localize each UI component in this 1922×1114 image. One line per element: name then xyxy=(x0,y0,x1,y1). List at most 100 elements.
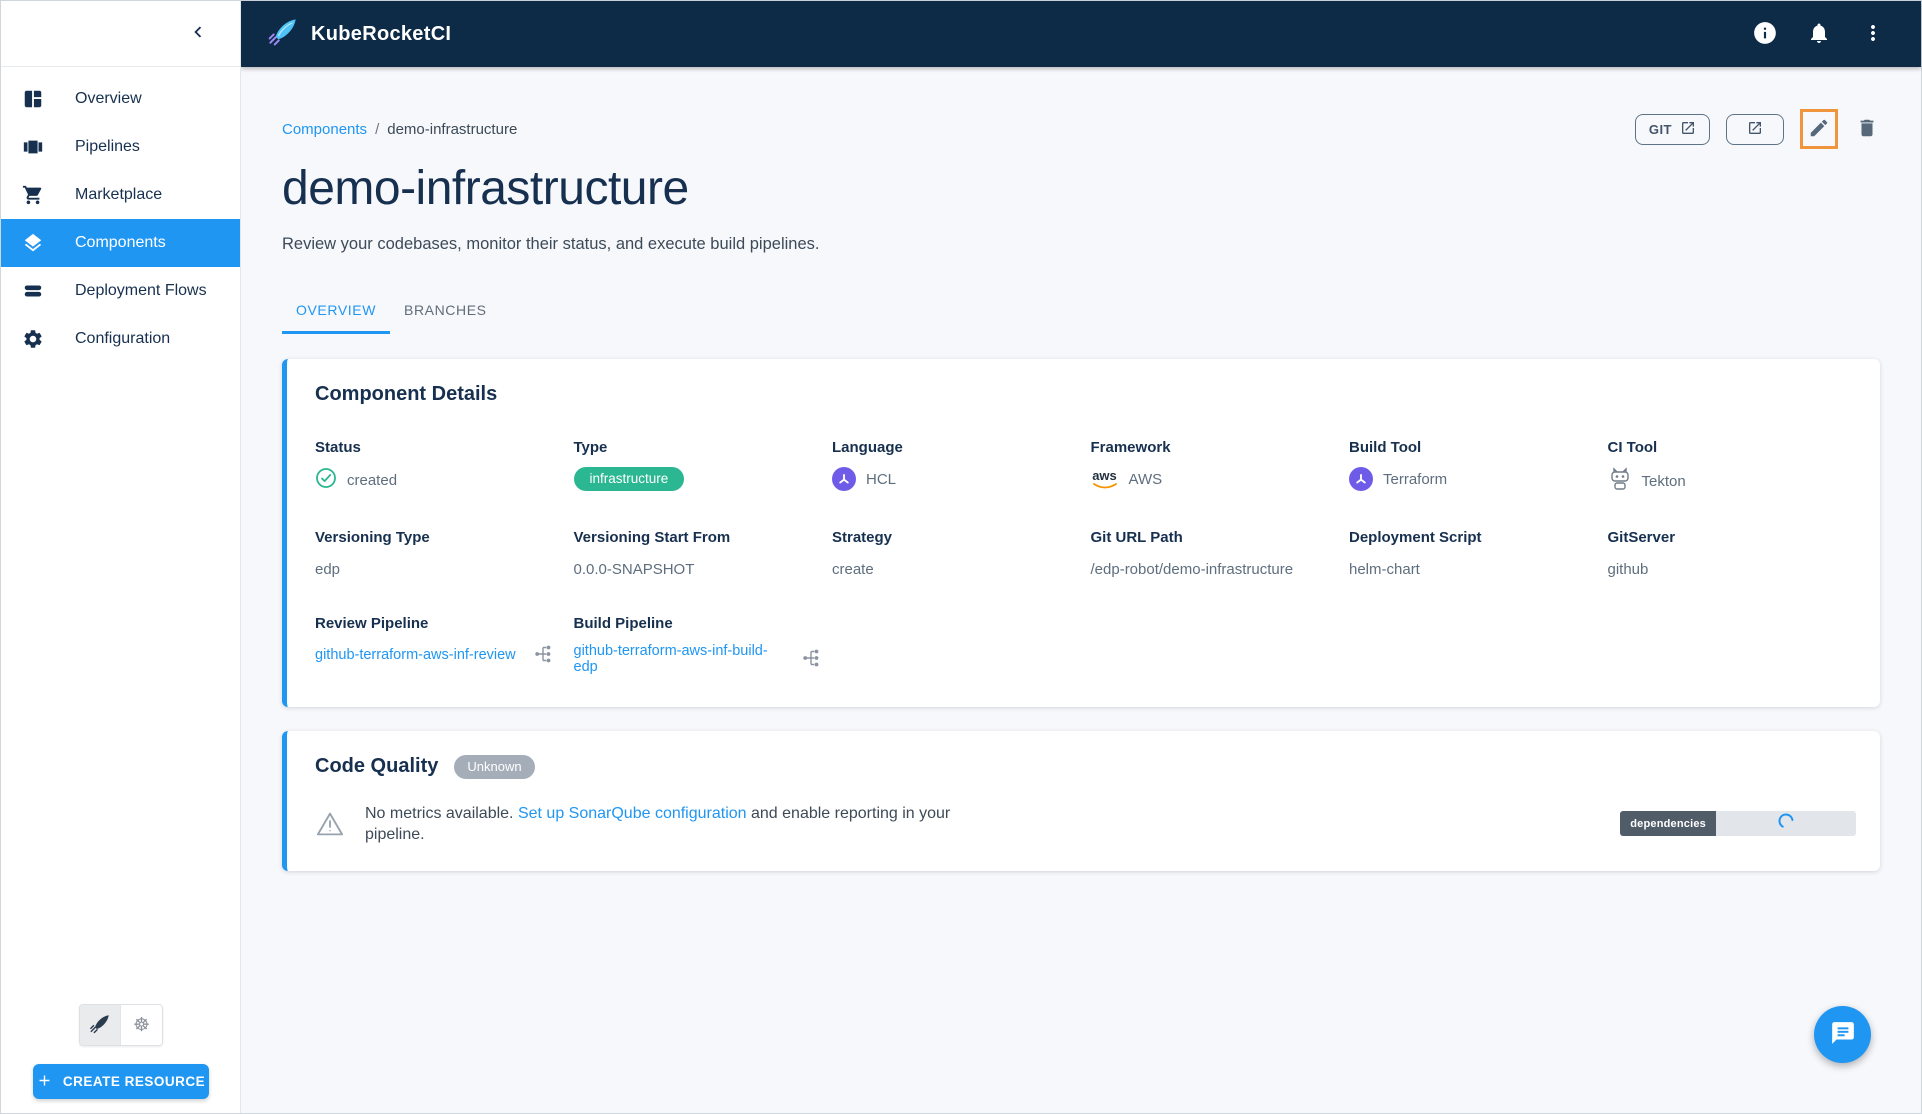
sonarqube-config-link[interactable]: Set up SonarQube configuration xyxy=(518,805,747,822)
delete-button[interactable] xyxy=(1854,115,1880,144)
sidebar: Overview Pipelines Marketplace Component… xyxy=(1,1,241,1113)
notifications-button[interactable] xyxy=(1803,18,1835,50)
app-bar: KubeRocketCI xyxy=(241,1,1921,67)
info-icon xyxy=(1752,20,1778,49)
field-deployment-script: Deployment Script helm-chart xyxy=(1349,529,1598,581)
rocket-icon xyxy=(89,1013,111,1038)
field-label: Type xyxy=(573,439,608,456)
sidebar-item-deployment-flows[interactable]: Deployment Flows xyxy=(1,267,240,315)
chevron-left-icon xyxy=(187,21,209,46)
language-value: HCL xyxy=(866,470,897,488)
git-url-path-value: /edp-robot/demo-infrastructure xyxy=(1090,560,1294,578)
main-area: KubeRocketCI Components / demo-infrastru… xyxy=(241,1,1921,1113)
create-resource-label: CREATE RESOURCE xyxy=(62,1074,206,1089)
breadcrumb-separator: / xyxy=(375,120,380,138)
tab-overview[interactable]: OVERVIEW xyxy=(282,292,391,334)
component-details-card: Component Details Status created Type in… xyxy=(282,359,1880,707)
dependencies-badge[interactable]: dependencies xyxy=(1620,811,1856,837)
field-label: Versioning Start From xyxy=(573,529,731,546)
sidebar-item-components[interactable]: Components xyxy=(1,219,240,267)
ci-tool-value: Tekton xyxy=(1641,472,1686,490)
app-title: KubeRocketCI xyxy=(311,22,452,45)
cart-icon xyxy=(21,183,45,207)
tabs: OVERVIEW BRANCHES xyxy=(282,292,1880,334)
krci-view-toggle[interactable] xyxy=(79,1005,121,1045)
flows-icon xyxy=(21,279,45,303)
dashboard-icon xyxy=(21,87,45,111)
rocket-logo-icon xyxy=(267,16,299,53)
field-label: Language xyxy=(832,439,903,456)
plus-icon xyxy=(36,1072,53,1092)
pipeline-tree-icon xyxy=(802,648,822,671)
sidebar-item-configuration[interactable]: Configuration xyxy=(1,315,240,363)
message-prefix: No metrics available. xyxy=(365,804,518,822)
chat-icon xyxy=(1830,1020,1856,1049)
header-actions: GIT xyxy=(1634,109,1880,149)
status-value: created xyxy=(347,471,398,489)
app-logo[interactable]: KubeRocketCI xyxy=(267,16,451,53)
field-label: Deployment Script xyxy=(1349,529,1482,546)
layers-icon xyxy=(21,231,45,255)
view-toggle-group: ☸ xyxy=(78,1004,163,1046)
build-pipeline-diagram-button[interactable] xyxy=(802,648,822,671)
field-framework: Framework aws AWS xyxy=(1091,439,1340,495)
dependencies-badge-value xyxy=(1716,811,1856,837)
sidebar-collapse-button[interactable] xyxy=(184,20,212,48)
component-details-grid: Status created Type infrastructure Langu… xyxy=(315,439,1856,675)
sidebar-item-overview[interactable]: Overview xyxy=(1,75,240,123)
field-versioning-type: Versioning Type edp xyxy=(315,529,564,581)
terraform-icon xyxy=(832,467,856,491)
open-in-new-icon xyxy=(1747,120,1763,139)
sidebar-footer: ☸ CREATE RESOURCE xyxy=(1,1004,240,1099)
field-ci-tool: CI Tool Tekton xyxy=(1608,439,1857,495)
component-details-title: Component Details xyxy=(315,383,498,405)
field-git-url-path: Git URL Path /edp-robot/demo-infrastruct… xyxy=(1091,529,1340,581)
versioning-type-value: edp xyxy=(315,560,341,578)
versioning-start-value: 0.0.0-SNAPSHOT xyxy=(573,560,695,578)
open-external-button[interactable] xyxy=(1726,113,1784,145)
warning-icon xyxy=(315,810,345,838)
tekton-icon xyxy=(1608,467,1632,495)
deployment-script-value: helm-chart xyxy=(1349,560,1420,578)
chat-fab-button[interactable] xyxy=(1814,1006,1871,1063)
bell-icon xyxy=(1807,21,1831,48)
aws-icon: aws xyxy=(1091,469,1119,490)
dependencies-badge-label: dependencies xyxy=(1620,811,1716,837)
terraform-icon xyxy=(1349,467,1373,491)
edit-button-highlight xyxy=(1800,109,1838,149)
review-pipeline-diagram-button[interactable] xyxy=(534,644,554,667)
sidebar-item-label: Configuration xyxy=(75,330,171,347)
check-circle-icon xyxy=(315,467,337,493)
more-menu-button[interactable] xyxy=(1857,18,1889,50)
breadcrumb-components-link[interactable]: Components xyxy=(282,121,367,138)
type-chip: infrastructure xyxy=(573,467,685,491)
sidebar-item-label: Components xyxy=(75,234,166,251)
more-vert-icon xyxy=(1861,21,1885,48)
strategy-value: create xyxy=(832,560,874,578)
field-label: Status xyxy=(315,439,361,456)
git-button[interactable]: GIT xyxy=(1634,113,1710,145)
field-type: Type infrastructure xyxy=(573,439,823,495)
sidebar-header xyxy=(1,1,240,67)
sidebar-item-pipelines[interactable]: Pipelines xyxy=(1,123,240,171)
field-label: Strategy xyxy=(832,529,893,546)
sidebar-nav: Overview Pipelines Marketplace Component… xyxy=(1,67,240,363)
sidebar-item-marketplace[interactable]: Marketplace xyxy=(1,171,240,219)
field-versioning-start: Versioning Start From 0.0.0-SNAPSHOT xyxy=(574,529,823,581)
info-button[interactable] xyxy=(1749,18,1781,50)
code-quality-title: Code Quality xyxy=(315,755,439,778)
kubernetes-view-toggle[interactable]: ☸ xyxy=(120,1005,162,1045)
build-pipeline-link[interactable]: github-terraform-aws-inf-build-edp xyxy=(574,643,785,675)
pencil-icon xyxy=(1808,117,1830,142)
create-resource-button[interactable]: CREATE RESOURCE xyxy=(32,1064,209,1099)
edit-button[interactable] xyxy=(1806,115,1832,144)
tab-branches[interactable]: BRANCHES xyxy=(390,292,501,334)
field-label: GitServer xyxy=(1607,529,1676,546)
field-label: Review Pipeline xyxy=(315,615,429,632)
review-pipeline-link[interactable]: github-terraform-aws-inf-review xyxy=(315,647,516,663)
field-status: Status created xyxy=(315,439,564,495)
page-title: demo-infrastructure xyxy=(282,162,689,215)
field-gitserver: GitServer github xyxy=(1608,529,1857,581)
field-label: Git URL Path xyxy=(1090,529,1183,546)
field-label: Framework xyxy=(1090,439,1171,456)
